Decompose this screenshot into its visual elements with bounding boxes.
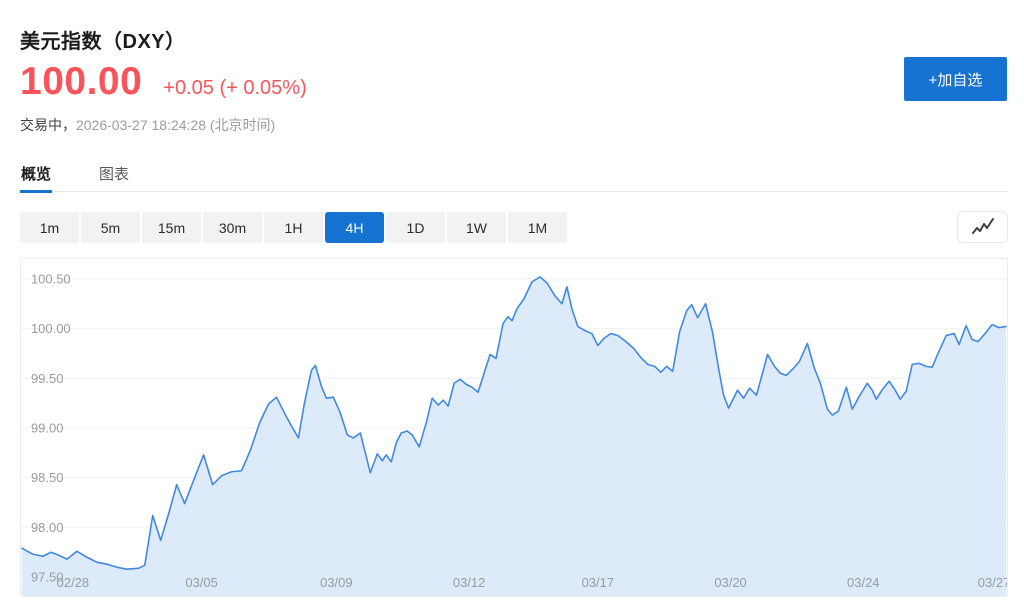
svg-text:100.50: 100.50 <box>31 271 71 286</box>
svg-text:03/27: 03/27 <box>978 575 1007 590</box>
add-watchlist-button[interactable]: +加自选 <box>904 57 1007 101</box>
svg-text:99.00: 99.00 <box>31 420 63 435</box>
svg-text:03/24: 03/24 <box>847 575 879 590</box>
line-chart-icon <box>969 216 997 238</box>
interval-1W-button[interactable]: 1W <box>447 212 506 243</box>
tab-overview[interactable]: 概览 <box>20 160 53 193</box>
chart-type-button[interactable] <box>957 211 1008 243</box>
svg-text:03/17: 03/17 <box>582 575 614 590</box>
svg-text:98.00: 98.00 <box>31 520 63 535</box>
price-change: +0.05 (+ 0.05%) <box>163 77 307 99</box>
page-title: 美元指数（DXY） <box>20 31 186 53</box>
svg-text:03/05: 03/05 <box>185 575 217 590</box>
svg-text:99.50: 99.50 <box>31 371 63 386</box>
trading-status-row: 交易中，2026-03-27 18:24:28 (北京时间) <box>20 115 275 135</box>
svg-text:03/09: 03/09 <box>320 575 352 590</box>
interval-1M-button[interactable]: 1M <box>508 212 567 243</box>
tab-chart[interactable]: 图表 <box>98 160 130 191</box>
svg-text:100.00: 100.00 <box>31 321 71 336</box>
current-price: 100.00 <box>20 60 143 103</box>
svg-text:98.50: 98.50 <box>31 470 63 485</box>
interval-15m-button[interactable]: 15m <box>142 212 201 243</box>
svg-text:03/20: 03/20 <box>714 575 746 590</box>
svg-text:02/28: 02/28 <box>57 575 89 590</box>
interval-4H-button[interactable]: 4H <box>325 212 384 243</box>
interval-1m-button[interactable]: 1m <box>20 212 79 243</box>
interval-30m-button[interactable]: 30m <box>203 212 262 243</box>
price-row: 100.00 +0.05 (+ 0.05%) <box>20 60 307 104</box>
interval-1D-button[interactable]: 1D <box>386 212 445 243</box>
trading-status: 交易中， <box>20 117 76 133</box>
price-area-chart[interactable]: 100.50 100.00 99.50 99.00 98.50 98.00 97.50 02/… <box>20 258 1008 597</box>
tab-bar: 概览 图表 <box>20 160 1008 193</box>
quote-timestamp: 2026-03-27 18:24:28 (北京时间) <box>76 117 276 133</box>
interval-5m-button[interactable]: 5m <box>81 212 140 243</box>
interval-toolbar: 1m 5m 15m 30m 1H 4H 1D 1W 1M <box>20 212 567 243</box>
svg-text:03/12: 03/12 <box>453 575 485 590</box>
interval-1H-button[interactable]: 1H <box>264 212 323 243</box>
